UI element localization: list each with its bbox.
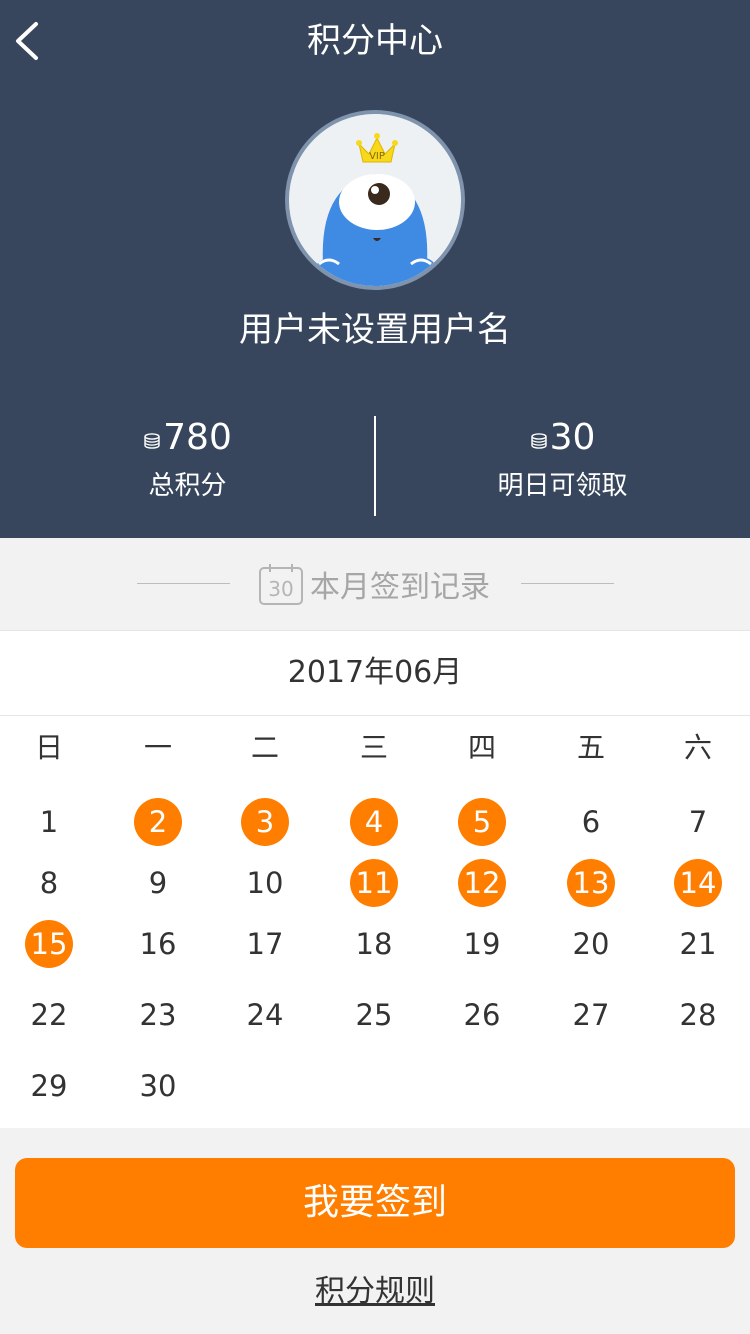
monthly-record-header: 30 本月签到记录 <box>0 538 750 630</box>
calendar-day[interactable]: 6 <box>567 798 615 846</box>
tomorrow-points-label: 明日可领取 <box>497 471 628 501</box>
calendar-month: 2017年06月 <box>0 630 750 716</box>
calendar-day[interactable]: 25 <box>350 991 398 1039</box>
points-rules-link[interactable]: 积分规则 <box>0 1270 750 1314</box>
calendar-day[interactable]: 19 <box>458 920 506 968</box>
calendar-day[interactable]: 20 <box>567 920 615 968</box>
calendar-day[interactable]: 23 <box>134 991 182 1039</box>
calendar-day[interactable]: 22 <box>25 991 73 1039</box>
points-stats: 780 总积分 30 明日可领取 <box>0 414 750 518</box>
record-divider-right <box>521 583 614 584</box>
weekday-label: 日 <box>34 731 63 764</box>
tomorrow-points: 30 明日可领取 <box>375 414 750 518</box>
calendar-30-icon: 30 <box>259 564 303 605</box>
svg-text:VIP: VIP <box>369 151 385 162</box>
vip-monster-avatar-icon: VIP <box>289 114 461 286</box>
page-title: 积分中心 <box>307 21 443 61</box>
calendar-day[interactable]: 28 <box>674 991 722 1039</box>
calendar-day-signed[interactable]: 15 <box>25 920 73 968</box>
calendar-day[interactable]: 9 <box>134 859 182 907</box>
record-title-label: 本月签到记录 <box>310 570 490 605</box>
total-points-label: 总积分 <box>148 471 227 501</box>
calendar-day[interactable]: 1 <box>25 798 73 846</box>
calendar-day-signed[interactable]: 2 <box>134 798 182 846</box>
svg-text:30: 30 <box>268 577 293 601</box>
calendar-day[interactable]: 29 <box>25 1062 73 1110</box>
avatar-frame: VIP <box>285 110 465 290</box>
record-divider-left <box>137 583 230 584</box>
calendar-day[interactable]: 27 <box>567 991 615 1039</box>
weekday-label: 五 <box>576 731 605 764</box>
weekday-label: 三 <box>359 731 388 764</box>
calendar-day-signed[interactable]: 14 <box>674 859 722 907</box>
calendar-day[interactable]: 16 <box>134 920 182 968</box>
avatar[interactable]: VIP <box>285 110 465 290</box>
calendar-day-signed[interactable]: 4 <box>350 798 398 846</box>
total-points: 780 总积分 <box>0 414 375 518</box>
calendar-day[interactable]: 7 <box>674 798 722 846</box>
calendar: 2017年06月 日一二三四五六 1 2 3 4 5 6 7 8 9 10 11 12 13 14 15 16… <box>0 630 750 1128</box>
coin-stack-icon <box>530 433 547 449</box>
calendar-day[interactable]: 26 <box>458 991 506 1039</box>
calendar-day[interactable]: 30 <box>134 1062 182 1110</box>
tomorrow-points-value: 30 <box>549 417 596 458</box>
coin-stack-icon <box>144 433 160 449</box>
calendar-day[interactable]: 8 <box>25 859 73 907</box>
header: 积分中心 VIP 用户未设置用户名 780 总积分 30 明日可领取 <box>0 0 750 538</box>
calendar-day[interactable]: 21 <box>674 920 722 968</box>
calendar-day-signed[interactable]: 5 <box>458 798 506 846</box>
calendar-day[interactable]: 24 <box>241 991 289 1039</box>
calendar-day-signed[interactable]: 3 <box>241 798 289 846</box>
total-points-value: 780 <box>163 417 232 458</box>
weekday-label: 六 <box>683 731 712 764</box>
calendar-day-signed[interactable]: 13 <box>567 859 615 907</box>
weekday-label: 二 <box>250 731 279 764</box>
weekday-label: 四 <box>467 731 496 764</box>
calendar-day[interactable]: 18 <box>350 920 398 968</box>
calendar-day-signed[interactable]: 12 <box>458 859 506 907</box>
calendar-day[interactable]: 17 <box>241 920 289 968</box>
username: 用户未设置用户名 <box>239 310 511 350</box>
calendar-day-signed[interactable]: 11 <box>350 859 398 907</box>
record-title: 30 本月签到记录 <box>258 562 490 606</box>
calendar-day[interactable]: 10 <box>241 859 289 907</box>
weekday-label: 一 <box>143 731 172 764</box>
sign-in-button[interactable]: 我要签到 <box>15 1158 735 1248</box>
